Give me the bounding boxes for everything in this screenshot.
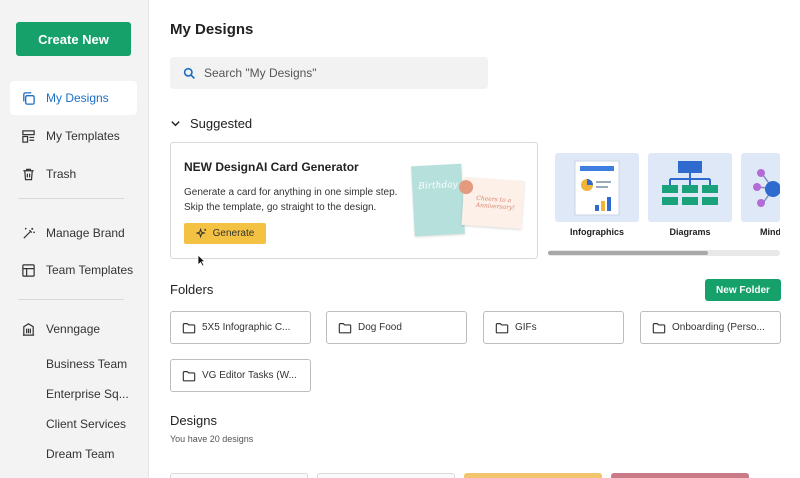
template-category-label: Infographics	[569, 227, 624, 237]
folder-item[interactable]: 5X5 Infographic C...	[170, 311, 311, 344]
search-icon	[183, 67, 195, 79]
sidebar-item-label: Team Templates	[46, 263, 134, 277]
trash-icon	[20, 166, 36, 182]
folder-icon	[182, 322, 196, 333]
chevron-down-icon	[171, 121, 180, 127]
suggested-toggle[interactable]: Suggested	[170, 116, 252, 131]
suggested-label: Suggested	[190, 116, 253, 131]
team-item-dream-team[interactable]: Dream Team	[46, 447, 114, 461]
folder-icon	[182, 370, 196, 381]
folder-item[interactable]: GIFs	[483, 311, 624, 344]
team-item-enterprise[interactable]: Enterprise Sq...	[46, 387, 129, 401]
sidebar-item-label: Trash	[46, 167, 77, 181]
template-category-label: Diagrams	[669, 227, 711, 237]
sidebar: Create New My Designs My Templates Trash…	[0, 0, 149, 478]
grid-icon	[20, 262, 36, 278]
sidebar-item-label: Manage Brand	[46, 226, 125, 240]
folders-heading: Folders	[170, 282, 214, 297]
create-new-button[interactable]: Create New	[16, 22, 131, 56]
sidebar-item-label: My Templates	[46, 129, 120, 143]
design-thumbnail[interactable]	[611, 473, 749, 478]
team-item-client-services[interactable]: Client Services	[46, 417, 126, 431]
design-thumbnail[interactable]	[464, 473, 602, 478]
folder-icon	[652, 322, 666, 333]
search-input[interactable]	[204, 66, 464, 80]
sidebar-item-manage-brand[interactable]: Manage Brand	[10, 216, 137, 250]
designs-count: You have 20 designs	[170, 434, 254, 444]
folder-icon	[495, 322, 509, 333]
sidebar-item-team-templates[interactable]: Team Templates	[10, 253, 137, 287]
card-generator-panel: NEW DesignAI Card Generator Generate a c…	[170, 142, 538, 259]
designs-heading: Designs	[170, 413, 217, 428]
card-generator-title: NEW DesignAI Card Generator	[184, 160, 359, 174]
building-icon	[20, 321, 36, 337]
template-category-label: Mind	[760, 227, 780, 237]
card-generator-description: Generate a card for anything in one simp…	[184, 187, 398, 213]
sidebar-item-my-templates[interactable]: My Templates	[10, 119, 137, 153]
template-icon	[20, 128, 36, 144]
template-category-diagrams[interactable]	[648, 153, 732, 222]
sidebar-item-venngage[interactable]: Venngage	[10, 312, 137, 346]
flower-decoration	[458, 179, 474, 195]
generate-button[interactable]: Generate	[184, 223, 266, 244]
copy-icon	[20, 90, 36, 106]
template-category-mind-map[interactable]	[741, 153, 780, 222]
diagram-illustration	[662, 161, 718, 205]
sidebar-item-trash[interactable]: Trash	[10, 157, 137, 191]
sparkle-icon	[195, 228, 206, 239]
folder-icon	[338, 322, 352, 333]
page-title: My Designs	[170, 21, 254, 38]
sidebar-divider	[18, 198, 124, 199]
birthday-card-preview: Birthday	[411, 163, 465, 237]
sidebar-item-label: Venngage	[46, 322, 101, 336]
team-item-business-team[interactable]: Business Team	[46, 357, 127, 371]
sidebar-item-label: My Designs	[46, 91, 109, 105]
search-bar[interactable]	[170, 57, 488, 89]
design-thumbnail[interactable]	[170, 473, 308, 478]
design-thumbnail[interactable]	[317, 473, 455, 478]
sidebar-divider	[18, 299, 124, 300]
template-category-infographics[interactable]	[555, 153, 639, 222]
infographic-illustration	[574, 160, 620, 216]
anniversary-card-preview: Cheers to a Anniversary!	[458, 176, 525, 230]
mind-map-illustration	[753, 169, 780, 207]
folder-item[interactable]: Dog Food	[326, 311, 467, 344]
scrollbar-thumb[interactable]	[548, 251, 708, 255]
mouse-cursor-icon	[197, 254, 206, 267]
folder-item[interactable]: VG Editor Tasks (W...	[170, 359, 311, 392]
new-folder-button[interactable]: New Folder	[705, 279, 781, 301]
sidebar-item-my-designs[interactable]: My Designs	[10, 81, 137, 115]
magic-wand-icon	[20, 225, 36, 241]
folder-item[interactable]: Onboarding (Perso...	[640, 311, 781, 344]
